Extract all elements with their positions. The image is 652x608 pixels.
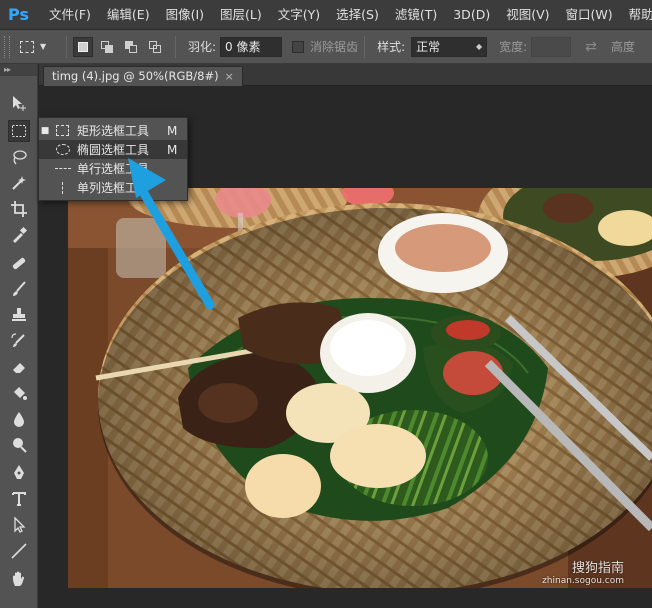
watermark: 搜狗指南 zhinan.sogou.com — [542, 557, 624, 586]
eyedropper-icon — [13, 226, 28, 243]
photoshop-logo: Ps — [8, 5, 29, 24]
divider — [66, 35, 67, 58]
style-select[interactable]: 正常 ◆ — [411, 36, 488, 57]
paint-bucket-tool[interactable] — [8, 382, 30, 404]
lasso-tool[interactable] — [8, 146, 30, 168]
feather-label: 羽化: — [188, 40, 217, 54]
menu-type[interactable]: 文字(Y) — [270, 0, 328, 30]
eyedropper-tool[interactable] — [8, 224, 30, 246]
rect-marquee-tool[interactable] — [8, 120, 30, 142]
annotation-arrow-icon — [128, 158, 215, 310]
clone-stamp-tool[interactable] — [8, 304, 30, 326]
watermark-main: 搜狗指南 — [571, 561, 624, 576]
dodge-tool[interactable] — [8, 434, 30, 456]
menu-file[interactable]: 文件(F) — [41, 0, 99, 30]
crop-icon — [11, 201, 27, 217]
history-brush-tool[interactable] — [8, 330, 30, 352]
flyout-item-label: 矩形选框工具 — [77, 124, 150, 138]
watermark-sub: zhinan.sogou.com — [542, 576, 624, 586]
feather-input[interactable]: 0 像素 — [220, 36, 283, 57]
pen-icon — [14, 465, 24, 479]
healing-brush-icon — [12, 257, 26, 270]
blur-tool[interactable] — [8, 408, 30, 430]
add-selection-icon — [100, 40, 114, 53]
updown-icon: ◆ — [475, 42, 483, 51]
flyout-item-rect-marquee[interactable]: ■ 矩形选框工具 M — [39, 121, 187, 140]
tools-panel-collapse[interactable]: ▸▸ — [0, 64, 37, 76]
height-label: 高度 — [610, 40, 635, 54]
type-icon — [12, 492, 26, 506]
menu-select[interactable]: 选择(S) — [328, 0, 387, 30]
style-value: 正常 — [416, 40, 441, 54]
document-tab-title: timg (4).jpg @ 50%(RGB/8#) — [52, 69, 219, 83]
single-row-marquee-icon — [55, 163, 71, 175]
menu-3d[interactable]: 3D(D) — [445, 0, 498, 30]
hand-icon — [13, 571, 24, 586]
flyout-item-shortcut: M — [167, 123, 178, 138]
subtract-selection-icon — [124, 40, 138, 53]
magic-wand-icon — [12, 176, 26, 190]
intersect-selection-icon — [148, 40, 162, 53]
add-to-selection-button[interactable] — [97, 37, 117, 57]
paint-bucket-icon — [14, 387, 27, 400]
move-icon — [13, 96, 26, 111]
lasso-icon — [13, 150, 27, 165]
new-selection-icon — [78, 41, 88, 52]
width-label: 宽度: — [499, 40, 528, 54]
menu-image[interactable]: 图像(I) — [158, 0, 212, 30]
ellipse-marquee-icon — [55, 143, 71, 156]
document-tab[interactable]: timg (4).jpg @ 50%(RGB/8#) × — [43, 66, 243, 86]
antialias-label: 消除锯齿 — [310, 40, 359, 54]
divider — [175, 35, 176, 58]
options-bar: ▼ 羽化: 0 像素 消除锯齿 样式: 正常 ◆ 宽度: ⇄ 高度 — [0, 30, 652, 64]
new-selection-button[interactable] — [73, 36, 93, 57]
antialias-checkbox[interactable] — [292, 40, 305, 53]
menu-layer[interactable]: 图层(L) — [212, 0, 270, 30]
path-selection-icon — [14, 516, 26, 533]
eraser-icon — [13, 363, 25, 373]
healing-brush-tool[interactable] — [8, 252, 30, 274]
history-brush-icon — [11, 333, 25, 347]
clone-stamp-icon — [12, 308, 26, 321]
menu-window[interactable]: 窗口(W) — [558, 0, 621, 30]
rect-marquee-icon — [20, 40, 34, 53]
menu-help[interactable]: 帮助(H) — [621, 0, 652, 30]
divider — [364, 35, 366, 58]
menu-view[interactable]: 视图(V) — [498, 0, 557, 30]
menu-bar: Ps 文件(F) 编辑(E) 图像(I) 图层(L) 文字(Y) 选择(S) 滤… — [0, 0, 652, 30]
pen-tool[interactable] — [8, 462, 30, 484]
document-tab-bar: timg (4).jpg @ 50%(RGB/8#) × — [39, 64, 652, 86]
path-selection-tool[interactable] — [8, 514, 30, 536]
dodge-icon — [13, 438, 27, 453]
current-tool-bullet: ■ — [40, 125, 50, 136]
single-column-marquee-icon — [55, 181, 71, 194]
brush-icon — [13, 281, 26, 296]
line-icon — [11, 543, 27, 559]
width-input[interactable] — [531, 36, 572, 57]
tools-panel: ▸▸ — [0, 64, 38, 608]
subtract-from-selection-button[interactable] — [121, 37, 141, 57]
swap-icon[interactable]: ⇄ — [585, 39, 597, 55]
close-icon[interactable]: × — [225, 70, 234, 83]
type-tool[interactable] — [8, 488, 30, 510]
options-bar-grip[interactable] — [4, 35, 10, 58]
brush-tool[interactable] — [8, 278, 30, 300]
move-tool[interactable] — [8, 92, 30, 114]
menu-filter[interactable]: 滤镜(T) — [387, 0, 445, 30]
rect-marquee-icon — [12, 125, 26, 137]
tool-preset-picker[interactable]: ▼ — [20, 35, 60, 59]
line-tool[interactable] — [8, 540, 30, 562]
magic-wand-tool[interactable] — [8, 172, 30, 194]
style-label: 样式: — [377, 40, 406, 54]
blur-icon — [14, 412, 24, 427]
menu-edit[interactable]: 编辑(E) — [99, 0, 158, 30]
hand-tool[interactable] — [8, 568, 30, 590]
rect-marquee-icon — [55, 124, 71, 137]
intersect-selection-button[interactable] — [145, 37, 165, 57]
eraser-tool[interactable] — [8, 356, 30, 378]
crop-tool[interactable] — [8, 198, 30, 220]
chevron-down-icon: ▼ — [40, 42, 47, 51]
